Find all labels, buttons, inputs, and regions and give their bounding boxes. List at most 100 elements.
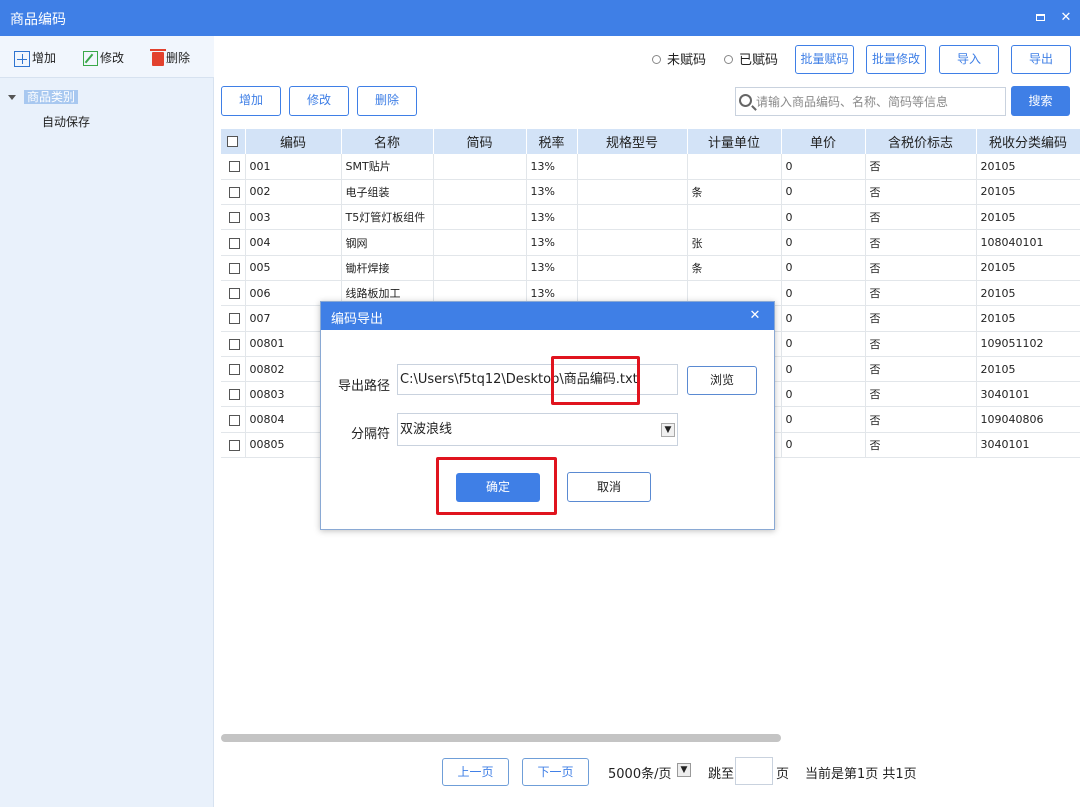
checkbox-icon[interactable] bbox=[229, 389, 241, 401]
col-header[interactable]: 税率 bbox=[526, 129, 578, 154]
row-checkbox-cell[interactable] bbox=[221, 204, 246, 231]
plus-box-icon bbox=[14, 50, 30, 67]
import-button[interactable]: 导入 bbox=[939, 45, 999, 74]
cell-taxcode: 3040101 bbox=[976, 432, 1080, 459]
page-size-select[interactable]: 5000条/页 bbox=[608, 763, 671, 782]
radio-unassigned-label: 未赋码 bbox=[667, 53, 707, 68]
category-delete-button[interactable]: 删除 bbox=[150, 48, 190, 68]
browse-button[interactable]: 浏览 bbox=[687, 366, 757, 395]
maximize-button[interactable] bbox=[1030, 8, 1050, 28]
batch-assign-button[interactable]: 批量赋码 bbox=[795, 45, 854, 74]
cell-price: 0 bbox=[781, 255, 866, 281]
row-checkbox-cell[interactable] bbox=[221, 432, 246, 459]
table-row[interactable]: 002 电子组装 13% 条 0 否 20105 bbox=[221, 179, 1080, 206]
search-button[interactable]: 搜索 bbox=[1011, 86, 1070, 116]
category-edit-button[interactable]: 修改 bbox=[83, 48, 124, 68]
row-checkbox-cell[interactable] bbox=[221, 406, 246, 433]
checkbox-icon[interactable] bbox=[229, 439, 241, 451]
cell-taxcode: 20105 bbox=[976, 204, 1080, 231]
radio-assigned[interactable]: 已赋码 bbox=[724, 53, 778, 69]
checkbox-icon[interactable] bbox=[227, 136, 239, 147]
row-checkbox-cell[interactable] bbox=[221, 305, 246, 332]
col-header[interactable]: 税收分类编码 bbox=[976, 129, 1080, 154]
checkbox-icon[interactable] bbox=[229, 186, 241, 198]
row-checkbox-cell[interactable] bbox=[221, 356, 246, 383]
cell-taxflag: 否 bbox=[865, 280, 977, 307]
cell-short bbox=[433, 229, 527, 256]
category-edit-label: 修改 bbox=[100, 51, 125, 65]
row-checkbox-cell[interactable] bbox=[221, 381, 246, 408]
col-header[interactable]: 规格型号 bbox=[577, 129, 688, 154]
cell-name: 电子组装 bbox=[341, 179, 434, 206]
col-header[interactable]: 单价 bbox=[781, 129, 866, 154]
checkbox-icon[interactable] bbox=[229, 338, 241, 350]
table-row[interactable]: 001 SMT贴片 13% 0 否 20105 bbox=[221, 154, 1080, 180]
checkbox-icon[interactable] bbox=[229, 161, 241, 173]
cell-taxcode: 109040806 bbox=[976, 406, 1080, 433]
search-box bbox=[735, 87, 1006, 116]
row-checkbox-cell[interactable] bbox=[221, 331, 246, 357]
cell-taxcode: 20105 bbox=[976, 305, 1080, 332]
checkbox-icon[interactable] bbox=[229, 288, 241, 300]
col-header[interactable]: 编码 bbox=[245, 129, 342, 154]
prev-page-button[interactable]: 上一页 bbox=[442, 758, 509, 786]
row-checkbox-cell[interactable] bbox=[221, 280, 246, 307]
select-all-cell[interactable] bbox=[221, 129, 246, 154]
checkbox-icon[interactable] bbox=[229, 262, 241, 274]
dialog-close-icon[interactable]: ✕ bbox=[745, 306, 765, 326]
col-header[interactable]: 简码 bbox=[433, 129, 527, 154]
table-row[interactable]: 005 锄杆焊接 13% 条 0 否 20105 bbox=[221, 255, 1080, 281]
cell-price: 0 bbox=[781, 406, 866, 433]
cell-price: 0 bbox=[781, 305, 866, 332]
checkbox-icon[interactable] bbox=[229, 237, 241, 249]
row-checkbox-cell[interactable] bbox=[221, 179, 246, 206]
col-header[interactable]: 名称 bbox=[341, 129, 434, 154]
table-row[interactable]: 003 T5灯管灯板组件 13% 0 否 20105 bbox=[221, 204, 1080, 231]
cell-price: 0 bbox=[781, 331, 866, 357]
row-checkbox-cell[interactable] bbox=[221, 154, 246, 180]
next-page-button[interactable]: 下一页 bbox=[522, 758, 589, 786]
col-header[interactable]: 含税价标志 bbox=[865, 129, 977, 154]
cancel-button[interactable]: 取消 bbox=[567, 472, 651, 502]
cell-taxcode: 20105 bbox=[976, 280, 1080, 307]
cell-taxflag: 否 bbox=[865, 179, 977, 206]
edit-button[interactable]: 修改 bbox=[289, 86, 349, 116]
cell-name: SMT贴片 bbox=[341, 154, 434, 180]
col-header[interactable]: 计量单位 bbox=[687, 129, 782, 154]
add-button[interactable]: 增加 bbox=[221, 86, 281, 116]
checkbox-icon[interactable] bbox=[229, 212, 241, 224]
tree-root-node[interactable]: 商品类别 bbox=[8, 88, 79, 106]
close-button[interactable]: ✕ bbox=[1056, 8, 1076, 28]
separator-select[interactable]: 双波浪线 ▼ bbox=[397, 413, 678, 446]
table-header-row: 编码 名称 简码 税率 规格型号 计量单位 单价 含税价标志 税收分类编码 bbox=[221, 129, 1080, 154]
checkbox-icon[interactable] bbox=[229, 313, 241, 325]
chevron-down-icon[interactable]: ▼ bbox=[661, 423, 675, 437]
horizontal-scrollbar[interactable] bbox=[221, 734, 781, 742]
chevron-down-icon[interactable]: ▼ bbox=[677, 763, 691, 777]
cell-taxflag: 否 bbox=[865, 381, 977, 408]
cell-taxflag: 否 bbox=[865, 305, 977, 332]
category-add-button[interactable]: 增加 bbox=[14, 48, 56, 68]
window-title: 商品编码 bbox=[10, 12, 66, 28]
radio-icon bbox=[652, 55, 661, 64]
export-button[interactable]: 导出 bbox=[1011, 45, 1071, 74]
goto-page-input[interactable] bbox=[735, 757, 773, 785]
cell-name: 钢网 bbox=[341, 229, 434, 256]
cell-name: 锄杆焊接 bbox=[341, 255, 434, 281]
radio-unassigned[interactable]: 未赋码 bbox=[652, 53, 706, 69]
cell-rate: 13% bbox=[526, 229, 578, 256]
cell-rate: 13% bbox=[526, 179, 578, 206]
tree-child-node[interactable]: 自动保存 bbox=[42, 113, 90, 130]
search-icon bbox=[739, 94, 752, 107]
table-row[interactable]: 004 钢网 13% 张 0 否 108040101 bbox=[221, 229, 1080, 256]
row-checkbox-cell[interactable] bbox=[221, 229, 246, 256]
checkbox-icon[interactable] bbox=[229, 364, 241, 376]
trash-icon bbox=[150, 48, 166, 66]
delete-button[interactable]: 删除 bbox=[357, 86, 417, 116]
batch-edit-button[interactable]: 批量修改 bbox=[866, 45, 926, 74]
checkbox-icon[interactable] bbox=[229, 414, 241, 426]
category-add-label: 增加 bbox=[32, 51, 57, 65]
caret-down-icon[interactable] bbox=[8, 95, 16, 100]
search-input[interactable] bbox=[756, 92, 996, 112]
row-checkbox-cell[interactable] bbox=[221, 255, 246, 281]
